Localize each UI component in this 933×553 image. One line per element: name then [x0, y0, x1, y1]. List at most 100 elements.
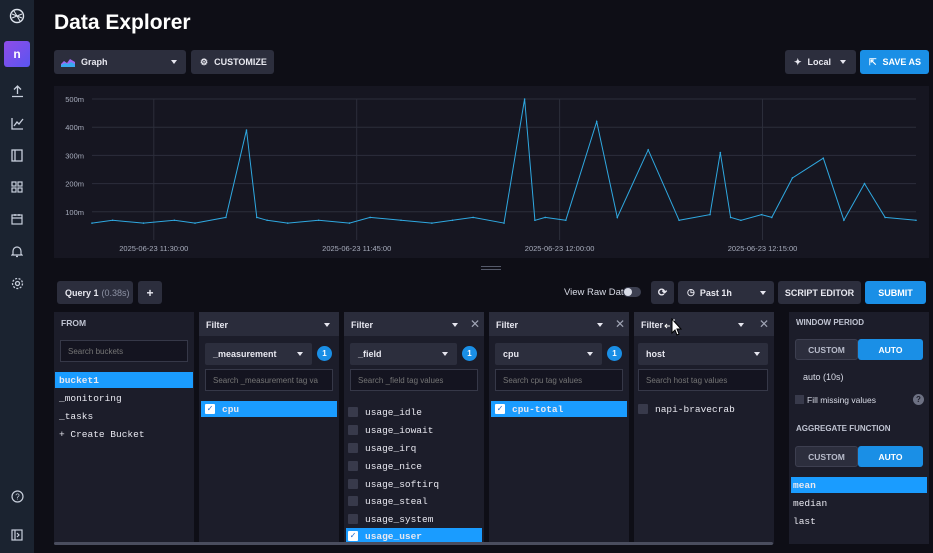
graph-panel[interactable]: 500m 400m 300m 200m 100m 2025-06-23 11:30:00 2…	[54, 86, 929, 258]
dashboards-icon[interactable]	[0, 174, 34, 200]
data-point	[771, 216, 773, 219]
settings-gear-icon[interactable]	[0, 270, 34, 296]
view-raw-data-label: View Raw Data	[564, 287, 629, 298]
resize-handle[interactable]	[481, 266, 501, 270]
from-header: FROM	[61, 318, 87, 328]
save-as-label: SAVE AS	[882, 57, 922, 67]
page-title: Data Explorer	[54, 11, 191, 34]
checkbox-icon	[348, 407, 358, 417]
add-query-button[interactable]: +	[138, 281, 162, 304]
checkbox-icon	[348, 496, 358, 506]
bucket-item[interactable]: _tasks	[55, 408, 193, 424]
filter-header[interactable]: Filter ✕	[634, 312, 774, 336]
data-explorer-icon[interactable]	[0, 110, 34, 136]
filter-header[interactable]: Filter ✕	[489, 312, 629, 336]
close-icon[interactable]: ✕	[759, 317, 769, 331]
refresh-icon[interactable]: ⟳	[651, 281, 674, 304]
tag-value-item[interactable]: usage_irq	[346, 440, 482, 456]
data-point	[534, 219, 536, 222]
tag-search-input[interactable]	[638, 369, 768, 391]
tag-value-item[interactable]: ✓ cpu	[201, 401, 337, 417]
tag-value-item[interactable]: usage_nice	[346, 458, 482, 474]
data-point	[709, 213, 711, 216]
save-as-button[interactable]: ⇱ SAVE AS	[860, 50, 929, 74]
tag-key-dropdown[interactable]: host	[638, 343, 768, 365]
script-editor-button[interactable]: SCRIPT EDITOR	[778, 281, 861, 304]
checkbox-checked-icon: ✓	[495, 404, 505, 414]
data-point	[173, 219, 176, 222]
upload-icon[interactable]	[0, 78, 34, 104]
aggregate-function-item[interactable]: median	[791, 495, 927, 511]
filter-header-label: Filter	[496, 320, 519, 330]
window-custom-button[interactable]: CUSTOM	[795, 339, 858, 360]
horizontal-scrollbar[interactable]	[54, 542, 773, 545]
timezone-dropdown[interactable]: ✦ Local	[785, 50, 856, 74]
graph-type-dropdown[interactable]: Graph	[54, 50, 186, 74]
aggregate-function-item[interactable]: mean	[791, 477, 927, 493]
calendar-icon[interactable]	[0, 206, 34, 232]
tag-value-label: cpu-total	[512, 403, 564, 415]
data-point	[400, 219, 402, 222]
tag-key-dropdown[interactable]: cpu	[495, 343, 602, 365]
time-range-dropdown[interactable]: ◷ Past 1h	[678, 281, 774, 304]
view-raw-data-toggle[interactable]	[623, 287, 641, 297]
help-icon[interactable]: ?	[913, 394, 924, 405]
clock-icon: ◷	[687, 287, 695, 297]
tag-value-label: cpu	[222, 403, 240, 415]
influx-logo-icon[interactable]	[0, 3, 34, 29]
tag-search-input[interactable]	[495, 369, 623, 391]
org-avatar[interactable]: n	[4, 41, 30, 67]
aggregate-function-header: AGGREGATE FUNCTION	[796, 424, 891, 433]
data-point	[915, 219, 917, 222]
notebook-icon[interactable]	[0, 142, 34, 168]
filter-header[interactable]: Filter	[199, 312, 339, 336]
data-point	[142, 222, 145, 224]
aggregate-auto-button[interactable]: AUTO	[858, 446, 923, 467]
chevron-down-icon	[452, 323, 458, 327]
move-cursor-icon	[664, 317, 688, 347]
tag-value-item[interactable]: usage_softirq	[346, 476, 482, 492]
help-icon[interactable]: ?	[0, 483, 34, 509]
create-bucket-link[interactable]: + Create Bucket	[55, 426, 193, 442]
aggregate-column: WINDOW PERIOD CUSTOM AUTO auto (10s) Fil…	[789, 312, 929, 544]
filter-header[interactable]: Filter ✕	[344, 312, 484, 336]
submit-button[interactable]: SUBMIT	[865, 281, 926, 304]
bell-icon[interactable]	[0, 238, 34, 264]
tag-value-item[interactable]: ✓ cpu-total	[491, 401, 627, 417]
tag-value-item[interactable]: napi-bravecrab	[636, 401, 772, 417]
chevron-down-icon	[738, 323, 744, 327]
chevron-down-icon	[597, 323, 603, 327]
tag-value-item[interactable]: usage_system	[346, 511, 482, 527]
tag-key-label: host	[646, 349, 665, 359]
fill-missing-checkbox[interactable]	[795, 395, 804, 404]
series-line	[91, 98, 917, 224]
filter-header-label: Filter	[206, 320, 229, 330]
tag-search-input[interactable]	[205, 369, 333, 391]
bucket-search-input[interactable]	[60, 340, 188, 362]
window-auto-button[interactable]: AUTO	[858, 339, 923, 360]
tag-value-item[interactable]: usage_steal	[346, 493, 482, 509]
data-point	[472, 216, 474, 219]
bucket-item[interactable]: _monitoring	[55, 390, 193, 406]
data-point	[286, 222, 289, 224]
tag-search-input[interactable]	[350, 369, 478, 391]
tab-query-1[interactable]: Query 1 (0.38s)	[57, 281, 133, 304]
aggregate-function-item[interactable]: last	[791, 513, 927, 529]
tag-value-label: napi-bravecrab	[655, 403, 735, 415]
x-tick-label: 2025-06-23 11:45:00	[322, 244, 391, 253]
tag-key-dropdown[interactable]: _field	[350, 343, 457, 365]
tag-value-item[interactable]: usage_iowait	[346, 422, 482, 438]
bucket-item[interactable]: bucket1	[55, 372, 193, 388]
customize-button[interactable]: ⚙ CUSTOMIZE	[191, 50, 274, 74]
chevron-down-icon	[760, 291, 766, 295]
collapse-nav-icon[interactable]	[0, 522, 34, 548]
data-point	[369, 216, 371, 219]
tag-key-dropdown[interactable]: _measurement	[205, 343, 312, 365]
tag-value-item[interactable]: usage_idle	[346, 404, 482, 420]
data-point	[431, 222, 433, 224]
aggregate-custom-button[interactable]: CUSTOM	[795, 446, 858, 467]
checkbox-icon	[348, 443, 358, 453]
chevron-down-icon	[587, 352, 593, 356]
close-icon[interactable]: ✕	[470, 317, 480, 331]
close-icon[interactable]: ✕	[615, 317, 625, 331]
